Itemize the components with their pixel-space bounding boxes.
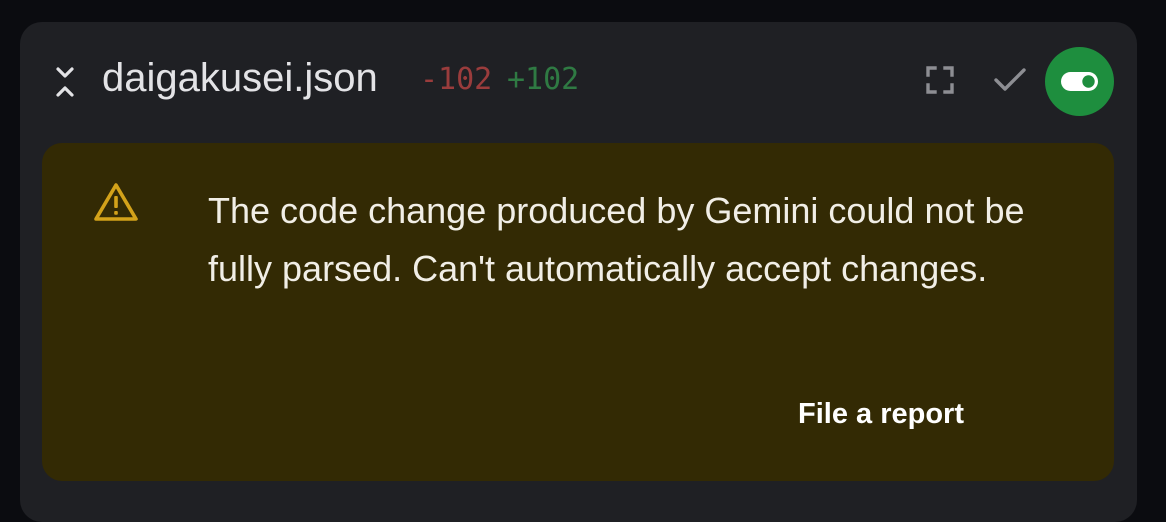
diff-panel: daigakusei.json -102 +102 The code chang…: [20, 22, 1137, 522]
warning-message: The code change produced by Gemini could…: [208, 190, 1025, 289]
toggle-button[interactable]: [1045, 47, 1114, 116]
warning-icon: [92, 181, 140, 223]
parse-warning-banner: The code change produced by Gemini could…: [42, 143, 1114, 481]
expand-icon: [922, 62, 958, 98]
file-name: daigakusei.json: [102, 56, 378, 100]
checkmark-icon: [992, 62, 1028, 98]
expand-button[interactable]: [922, 62, 958, 98]
added-count: +102: [507, 62, 580, 97]
collapse-button[interactable]: [50, 62, 80, 102]
accept-button[interactable]: [992, 62, 1028, 98]
collapse-icon: [50, 62, 80, 102]
file-header: daigakusei.json -102 +102: [20, 22, 1137, 134]
file-report-button[interactable]: File a report: [798, 394, 964, 434]
removed-count: -102: [420, 62, 493, 97]
